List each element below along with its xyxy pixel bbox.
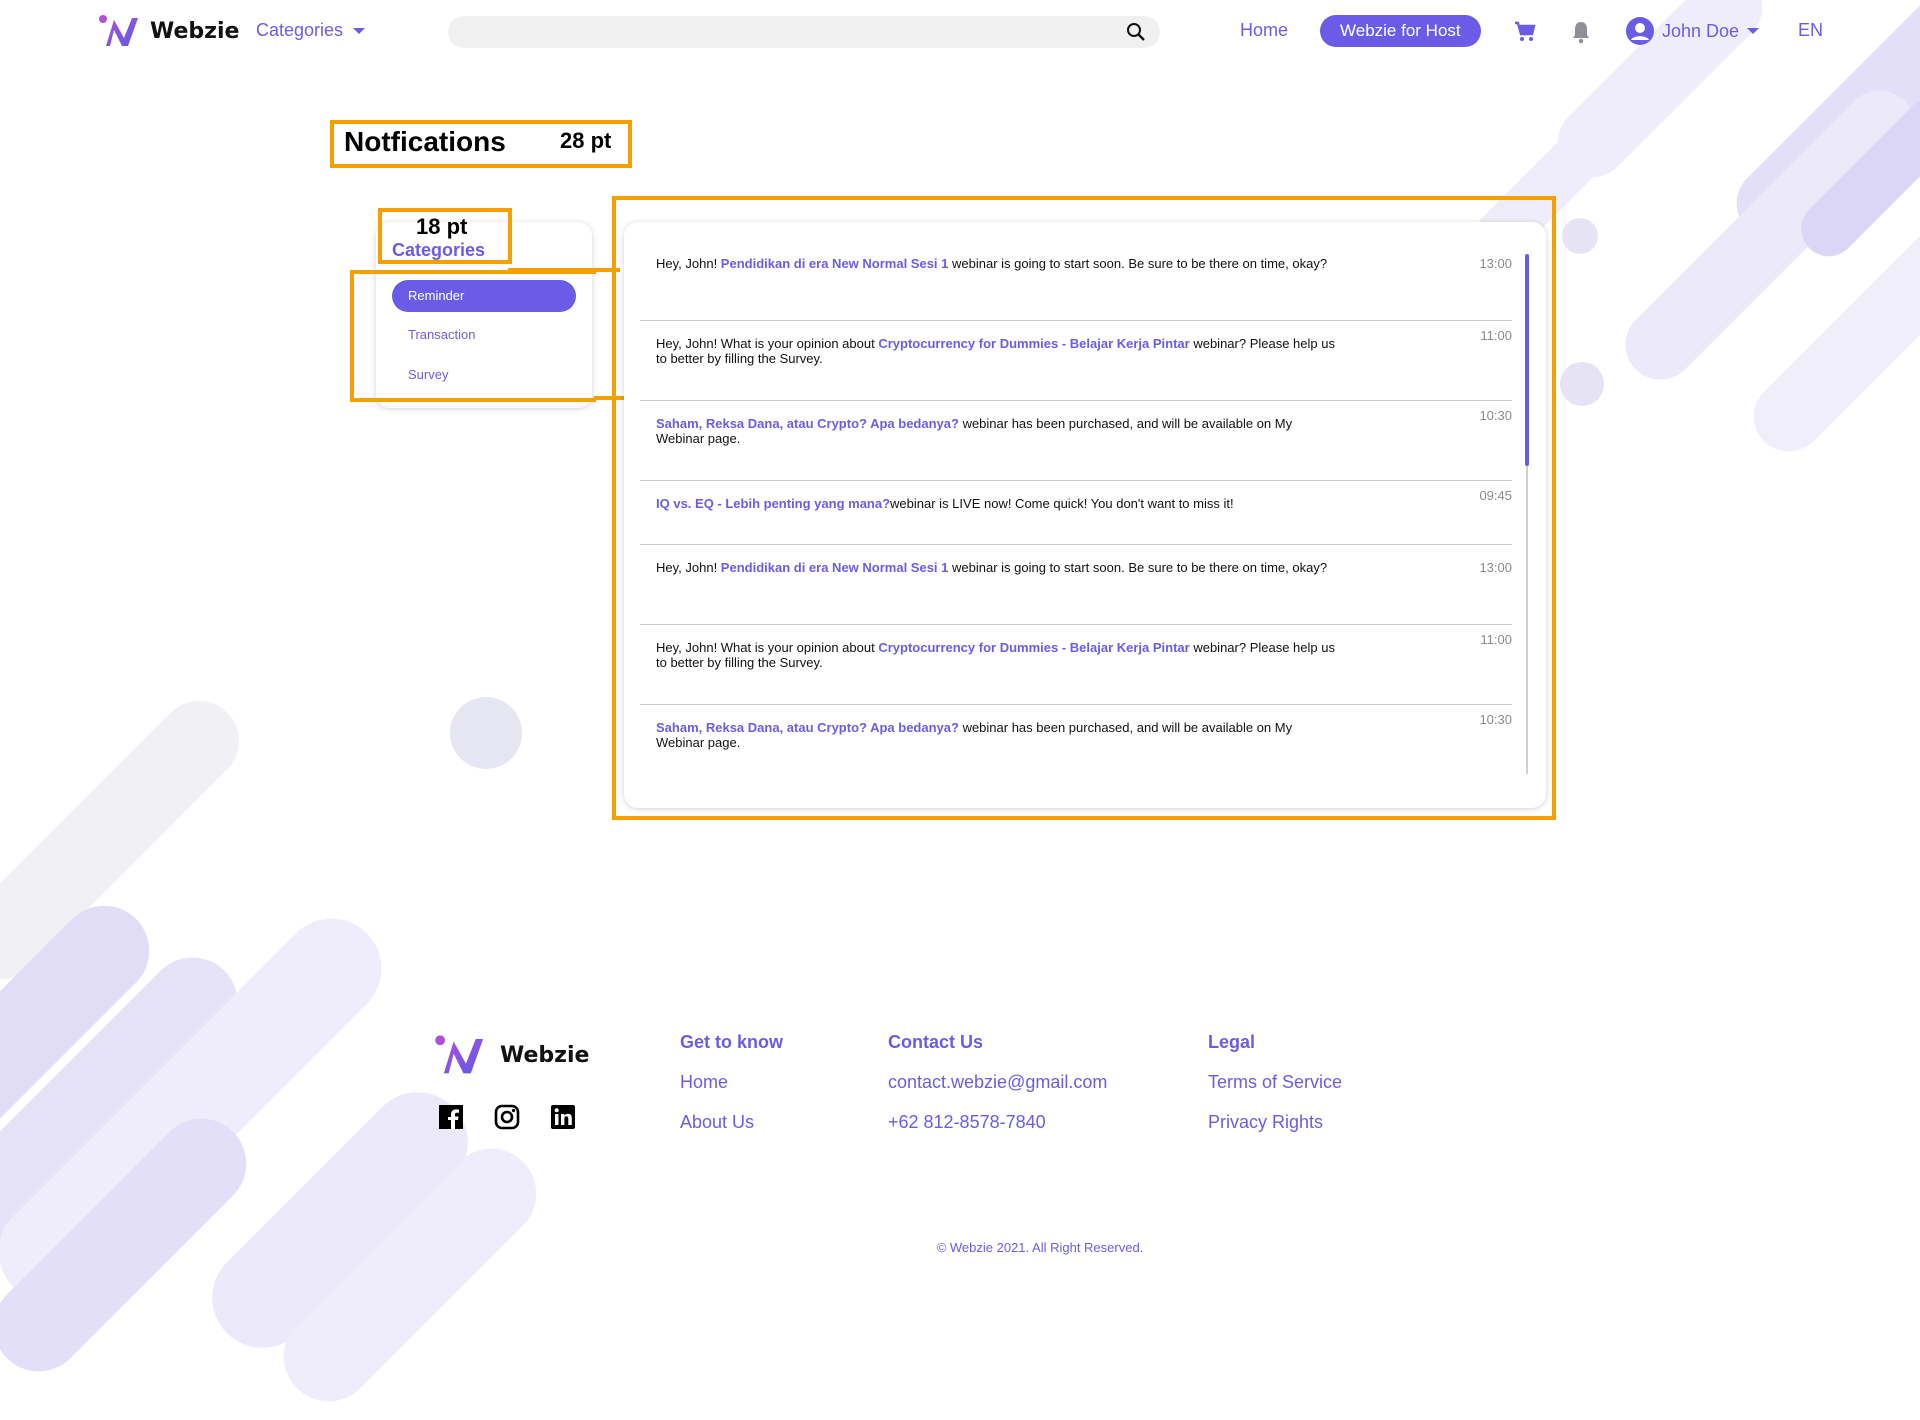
notification-item[interactable]: Saham, Reksa Dana, atau Crypto? Apa beda… <box>640 704 1512 784</box>
top-navbar: Webzie Categories Home Webzie for Host J… <box>0 0 1920 64</box>
categories-size-annotation: 18 pt <box>416 214 468 239</box>
scrollbar-thumb[interactable] <box>1525 254 1529 466</box>
avatar-icon <box>1626 17 1654 45</box>
notification-item[interactable]: Hey, John! What is your opinion about Cr… <box>640 624 1512 705</box>
footer-heading-contact-us: Contact Us <box>888 1032 984 1052</box>
page-title: Notfications <box>344 126 506 157</box>
instagram-icon[interactable] <box>494 1104 520 1130</box>
chevron-down-icon <box>1747 28 1760 34</box>
notification-time: 13:00 <box>1479 256 1512 271</box>
user-menu[interactable]: John Doe <box>1626 17 1760 45</box>
notification-time: 10:30 <box>1479 408 1512 423</box>
notification-message: Hey, John! What is your opinion about Cr… <box>656 336 1335 366</box>
nav-home-link[interactable]: Home <box>1240 20 1288 41</box>
cart-icon[interactable] <box>1513 20 1537 44</box>
webzie-logo-icon <box>435 1035 484 1074</box>
user-name: John Doe <box>1662 20 1740 41</box>
sidebar-item-survey[interactable]: Survey <box>392 359 576 391</box>
footer-logo-text: Webzie <box>500 1042 590 1068</box>
notification-message: IQ vs. EQ - Lebih penting yang mana?webi… <box>656 496 1234 511</box>
footer-link-home[interactable]: Home <box>680 1072 728 1093</box>
notification-item[interactable]: Hey, John! Pendidikan di era New Normal … <box>640 222 1512 321</box>
footer-logo[interactable]: Webzie <box>434 1034 589 1076</box>
notification-item[interactable]: IQ vs. EQ - Lebih penting yang mana?webi… <box>640 480 1512 545</box>
notification-time: 09:45 <box>1479 488 1512 503</box>
notification-item[interactable]: Hey, John! What is your opinion about Cr… <box>640 320 1512 401</box>
search-input[interactable] <box>464 16 1108 50</box>
title-size-annotation: 28 pt <box>560 128 612 153</box>
bell-icon[interactable] <box>1570 20 1592 44</box>
notification-item[interactable]: Saham, Reksa Dana, atau Crypto? Apa beda… <box>640 400 1512 481</box>
notification-time: 10:30 <box>1479 712 1512 727</box>
footer-link-email[interactable]: contact.webzie@gmail.com <box>888 1072 1107 1093</box>
categories-dropdown[interactable]: Categories <box>256 20 366 41</box>
facebook-icon[interactable] <box>438 1104 464 1130</box>
notification-message: Hey, John! Pendidikan di era New Normal … <box>656 560 1328 575</box>
linkedin-icon[interactable] <box>550 1104 576 1130</box>
notification-message: Saham, Reksa Dana, atau Crypto? Apa beda… <box>656 416 1293 446</box>
notification-time: 11:00 <box>1480 328 1512 343</box>
footer-heading-legal: Legal <box>1208 1032 1256 1052</box>
language-selector[interactable]: EN <box>1798 20 1823 41</box>
footer-link-privacy[interactable]: Privacy Rights <box>1208 1112 1323 1133</box>
notification-item[interactable]: Hey, John! Pendidikan di era New Normal … <box>640 544 1512 625</box>
footer-link-terms[interactable]: Terms of Service <box>1208 1072 1342 1093</box>
notification-message: Saham, Reksa Dana, atau Crypto? Apa beda… <box>656 720 1293 750</box>
footer-link-phone[interactable]: +62 812-8578-7840 <box>888 1112 1046 1133</box>
logo-text: Webzie <box>150 18 240 44</box>
sidebar-title: Categories <box>392 240 486 260</box>
sidebar-item-reminder[interactable]: Reminder <box>392 280 576 312</box>
chevron-down-icon <box>353 27 366 34</box>
search-icon[interactable] <box>1126 22 1146 42</box>
categories-dropdown-label: Categories <box>256 20 344 40</box>
footer-link-about-us[interactable]: About Us <box>680 1112 754 1133</box>
webzie-for-host-button[interactable]: Webzie for Host <box>1320 15 1481 47</box>
notification-message: Hey, John! Pendidikan di era New Normal … <box>656 256 1328 271</box>
sidebar-item-transaction[interactable]: Transaction <box>392 319 576 351</box>
notification-time: 13:00 <box>1479 560 1512 575</box>
notification-time: 11:00 <box>1480 632 1512 647</box>
notifications-panel: Hey, John! Pendidikan di era New Normal … <box>624 222 1546 808</box>
notification-message: Hey, John! What is your opinion about Cr… <box>656 640 1335 670</box>
logo[interactable]: Webzie <box>98 14 239 48</box>
webzie-logo-icon <box>99 15 138 46</box>
footer-copyright: © Webzie 2021. All Right Reserved. <box>936 1240 1144 1255</box>
footer-heading-get-to-know: Get to know <box>680 1032 783 1052</box>
search-bar <box>448 16 1160 50</box>
